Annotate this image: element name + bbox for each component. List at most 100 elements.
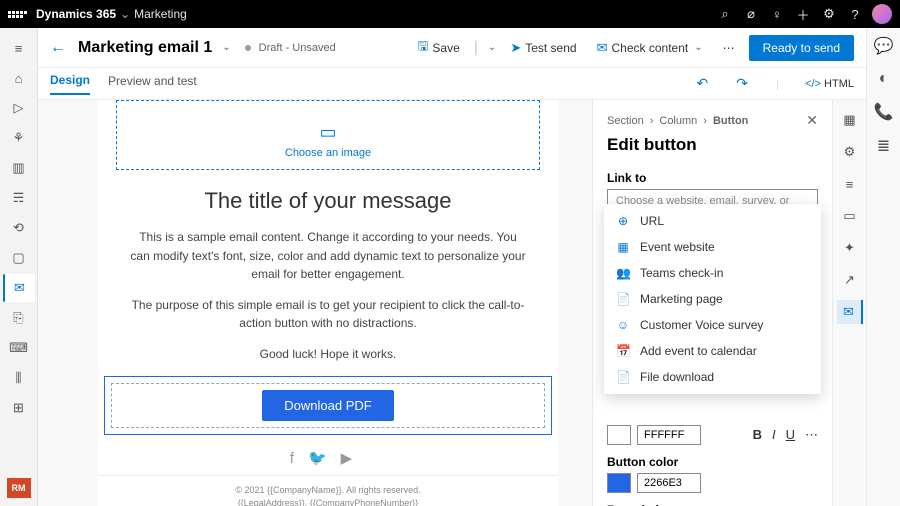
save-icon: 🖫 bbox=[417, 37, 428, 59]
image-icon: ▭ bbox=[319, 122, 336, 143]
email-paragraph-3[interactable]: Good luck! Hope it works. bbox=[98, 345, 558, 364]
button-color-input[interactable] bbox=[637, 473, 701, 493]
youtube-icon[interactable]: ▶ bbox=[341, 450, 367, 467]
underline-button[interactable]: U bbox=[786, 427, 795, 443]
save-chevron-icon[interactable]: ⌄ bbox=[488, 42, 496, 53]
option-customer-voice[interactable]: ☺ Customer Voice survey bbox=[604, 312, 821, 338]
email-paragraph-1[interactable]: This is a sample email content. Change i… bbox=[98, 228, 558, 284]
bold-button[interactable]: B bbox=[753, 427, 762, 443]
more-commands-icon[interactable]: ⋯ bbox=[717, 37, 741, 59]
lightbulb-icon[interactable]: ♀ bbox=[764, 7, 790, 22]
settings-gear-icon[interactable]: ⚙ bbox=[816, 6, 842, 22]
test-send-button[interactable]: ➤ Test send bbox=[504, 36, 582, 60]
option-teams-checkin[interactable]: 👥 Teams check-in bbox=[604, 260, 821, 286]
nav-email-icon[interactable]: ✉ bbox=[3, 274, 35, 302]
save-button[interactable]: 🖫Save bbox=[411, 33, 465, 63]
html-toggle[interactable]: </> HTML bbox=[805, 78, 854, 90]
page-title: Marketing email 1 bbox=[78, 39, 212, 57]
tool-settings-icon[interactable]: ⚙ bbox=[837, 140, 863, 164]
linkto-dropdown: ⊕URL ▦Event website 👥 Teams check-in 📄Mar… bbox=[604, 204, 821, 394]
nav-home-icon[interactable]: ⌂ bbox=[3, 64, 35, 92]
check-content-label: Check content bbox=[612, 41, 689, 55]
nav-refresh-icon[interactable]: ⟲ bbox=[3, 214, 35, 242]
text-color-input[interactable] bbox=[637, 425, 701, 445]
nav-play-icon[interactable]: ▷ bbox=[3, 94, 35, 122]
tool-text-icon[interactable]: ≡ bbox=[837, 172, 863, 196]
twitter-icon[interactable]: 🐦 bbox=[308, 450, 341, 467]
facebook-icon[interactable]: f bbox=[290, 450, 308, 467]
option-url[interactable]: ⊕URL bbox=[604, 208, 821, 234]
side-chat-icon[interactable]: 💬 bbox=[874, 36, 894, 56]
italic-button[interactable]: I bbox=[772, 427, 776, 443]
side-assistant-icon[interactable]: ◐ bbox=[879, 70, 889, 88]
option-label: File download bbox=[640, 370, 714, 384]
html-label: HTML bbox=[824, 78, 854, 90]
nav-people-icon[interactable]: ⚘ bbox=[3, 124, 35, 152]
close-panel-icon[interactable]: ✕ bbox=[806, 112, 818, 129]
help-icon[interactable]: ? bbox=[842, 7, 868, 22]
more-format-icon[interactable]: ⋯ bbox=[805, 427, 818, 443]
area-switcher[interactable]: RM bbox=[7, 478, 31, 498]
tool-elements-icon[interactable]: ▦ bbox=[837, 108, 863, 132]
email-title[interactable]: The title of your message bbox=[98, 188, 558, 214]
button-block-selected[interactable]: Download PDF bbox=[104, 376, 552, 435]
option-file-download[interactable]: 📄File download bbox=[604, 364, 821, 390]
tool-email-icon[interactable]: ✉ bbox=[837, 300, 863, 324]
panel-heading: Edit button bbox=[607, 135, 818, 155]
app-side-rail: 💬 ◐ 📞 ≣ bbox=[866, 28, 900, 506]
app-launcher-icon[interactable] bbox=[8, 11, 28, 18]
nav-library-icon[interactable]: ⫼ bbox=[3, 364, 35, 392]
email-paragraph-2[interactable]: The purpose of this simple email is to g… bbox=[98, 296, 558, 333]
text-color-swatch[interactable] bbox=[607, 425, 631, 445]
option-label: Customer Voice survey bbox=[640, 318, 763, 332]
option-label: Add event to calendar bbox=[640, 344, 757, 358]
survey-icon: ☺ bbox=[616, 318, 630, 332]
option-label: Teams check-in bbox=[640, 266, 723, 280]
back-arrow-icon[interactable]: ← bbox=[50, 39, 66, 57]
title-chevron-icon[interactable]: ⌄ bbox=[222, 42, 230, 53]
linkto-label: Link to bbox=[607, 171, 818, 185]
footer-line-1: © 2021 {{CompanyName}}. All rights reser… bbox=[98, 484, 558, 498]
right-tool-rail: ▦ ⚙ ≡ ▭ ✦ ↗ ✉ bbox=[832, 100, 866, 506]
choose-image-label: Choose an image bbox=[285, 147, 371, 159]
nav-phone-icon[interactable]: ⌨ bbox=[3, 334, 35, 362]
nav-form-icon[interactable]: ⎘ bbox=[3, 304, 35, 332]
tab-design[interactable]: Design bbox=[50, 73, 90, 95]
option-label: URL bbox=[640, 214, 664, 228]
side-list-icon[interactable]: ≣ bbox=[877, 136, 890, 156]
nav-folder-icon[interactable]: ▢ bbox=[3, 244, 35, 272]
ready-to-send-button[interactable]: Ready to send bbox=[749, 35, 854, 61]
option-event-website[interactable]: ▦Event website bbox=[604, 234, 821, 260]
teams-icon: 👥 bbox=[616, 266, 630, 280]
module-name[interactable]: Marketing bbox=[134, 7, 187, 21]
user-avatar[interactable] bbox=[872, 4, 892, 24]
crumb-section[interactable]: Section bbox=[607, 115, 644, 127]
send-icon: ➤ bbox=[510, 40, 521, 56]
nav-filter-icon[interactable]: ☴ bbox=[3, 184, 35, 212]
task-icon[interactable]: ⌀ bbox=[738, 6, 764, 22]
brand-name[interactable]: Dynamics 365 bbox=[36, 7, 116, 21]
check-content-button[interactable]: ✉Check content ⌄ bbox=[591, 36, 709, 60]
side-phone-icon[interactable]: 📞 bbox=[874, 102, 894, 122]
option-add-event-calendar[interactable]: 📅Add event to calendar bbox=[604, 338, 821, 364]
nav-hamburger-icon[interactable]: ≡ bbox=[3, 34, 35, 62]
tool-layout-icon[interactable]: ▭ bbox=[837, 204, 863, 228]
add-icon[interactable]: ＋ bbox=[790, 5, 816, 24]
text-format-group: B I U ⋯ bbox=[753, 427, 818, 443]
crumb-column[interactable]: Column bbox=[659, 115, 697, 127]
button-color-label: Button color bbox=[607, 455, 818, 469]
nav-grid-icon[interactable]: ⊞ bbox=[3, 394, 35, 422]
save-status: Draft - Unsaved bbox=[259, 42, 336, 54]
option-marketing-page[interactable]: 📄Marketing page bbox=[604, 286, 821, 312]
search-icon[interactable]: ⌕ bbox=[712, 6, 738, 22]
redo-icon[interactable]: ↷ bbox=[736, 75, 748, 92]
image-placeholder[interactable]: ▭ Choose an image bbox=[116, 100, 540, 170]
tool-rocket-icon[interactable]: ↗ bbox=[837, 268, 863, 292]
undo-icon[interactable]: ↶ bbox=[696, 75, 708, 92]
button-color-swatch[interactable] bbox=[607, 473, 631, 493]
cta-button[interactable]: Download PDF bbox=[262, 390, 393, 421]
test-send-label: Test send bbox=[525, 41, 576, 55]
tool-magic-icon[interactable]: ✦ bbox=[837, 236, 863, 260]
tab-preview[interactable]: Preview and test bbox=[108, 74, 197, 94]
nav-chart-icon[interactable]: ▥ bbox=[3, 154, 35, 182]
